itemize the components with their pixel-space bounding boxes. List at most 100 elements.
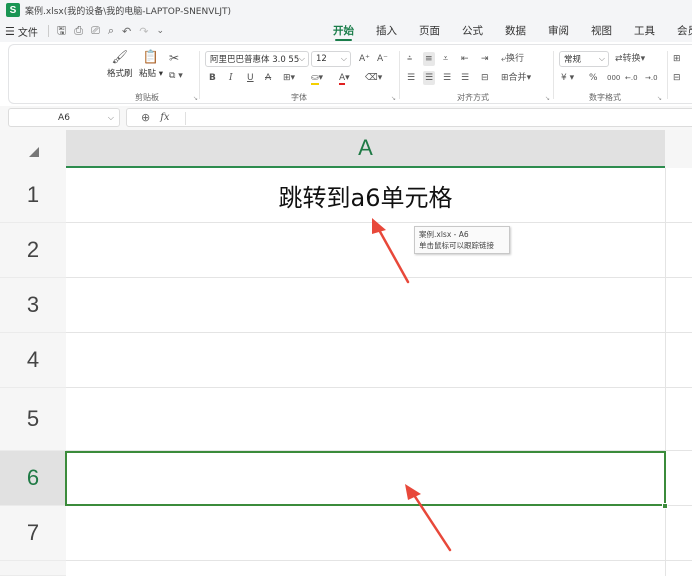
underline-icon[interactable]: U	[247, 71, 254, 85]
selected-cell-a6[interactable]	[65, 451, 666, 506]
font-name-select[interactable]: 阿里巴巴普惠体 3.0 55 ⌵	[205, 51, 309, 67]
format-painter-button[interactable]: 🖌 格式刷	[107, 49, 133, 79]
format-painter-icon: 🖌	[111, 50, 129, 65]
fill-color-icon[interactable]: ⛀▾	[311, 71, 323, 85]
decrease-decimal-icon[interactable]: →.0	[645, 71, 658, 85]
increase-indent-icon[interactable]: ⇥	[481, 52, 489, 66]
column-header-filler	[665, 130, 692, 168]
undo-icon[interactable]: ↶	[122, 25, 131, 38]
tab-member[interactable]: 会员专享	[677, 20, 692, 42]
tooltip-line-2: 单击鼠标可以跟踪链接	[419, 241, 494, 250]
align-bottom-icon[interactable]: ⩡	[443, 52, 448, 66]
row-header-7[interactable]: 7	[0, 506, 66, 561]
number-launcher-icon[interactable]: ↘	[657, 95, 662, 102]
currency-icon[interactable]: ¥ ▾	[561, 71, 574, 85]
row-header-8[interactable]	[0, 561, 66, 576]
increase-decimal-icon[interactable]: ←.0	[625, 71, 638, 85]
alignment-launcher-icon[interactable]: ↘	[545, 95, 550, 102]
redo-icon[interactable]: ↷	[139, 25, 148, 38]
justify-icon[interactable]: ☰	[461, 71, 469, 85]
clear-format-icon[interactable]: ⌫▾	[365, 71, 382, 85]
cell-a1-hyperlink[interactable]: 跳转到a6单元格	[66, 168, 665, 223]
fill-handle[interactable]	[662, 503, 668, 509]
decrease-indent-icon[interactable]: ⇤	[461, 52, 469, 66]
italic-icon[interactable]: I	[229, 71, 233, 85]
ribbon-panel: 🖌 格式刷 📋 粘贴 ▾ ✂ ⧉ ▾ 剪贴板 ↘ 阿里巴巴普惠体 3.0 55 …	[8, 44, 692, 104]
tab-review[interactable]: 审阅	[548, 20, 569, 42]
align-right-icon[interactable]: ☰	[443, 71, 451, 85]
export-icon[interactable]: ⎙	[74, 24, 83, 38]
print-preview-icon[interactable]: ⌕	[108, 24, 114, 38]
select-all-icon	[29, 147, 39, 157]
align-center-icon[interactable]: ☰	[423, 71, 436, 85]
chevron-down-icon: ⌵	[598, 54, 605, 63]
ribbon-divider	[399, 51, 400, 99]
tab-tools[interactable]: 工具	[634, 20, 655, 42]
cut-icon[interactable]: ✂	[169, 51, 179, 65]
tab-home[interactable]: 开始	[333, 20, 354, 42]
wrap-text-button[interactable]: ⤶换行	[501, 52, 524, 66]
align-left-icon[interactable]: ☰	[407, 71, 415, 85]
tooltip-line-1: 案例.xlsx - A6	[419, 230, 469, 239]
formula-divider	[185, 112, 186, 125]
hyperlink-tooltip: 案例.xlsx - A6 单击鼠标可以跟踪链接	[414, 226, 510, 254]
select-all-button[interactable]	[0, 130, 66, 168]
row-header-4[interactable]: 4	[0, 333, 66, 388]
table-row	[66, 223, 692, 278]
row-header-6[interactable]: 6	[0, 451, 66, 506]
styles-icon[interactable]: ⊞	[673, 52, 681, 66]
number-format-select[interactable]: 常规 ⌵	[559, 51, 609, 67]
increase-font-icon[interactable]: A⁺	[359, 52, 370, 66]
window-title: 案例.xlsx(我的设备\我的电脑-LAPTOP-SNENVLJT)	[25, 6, 232, 17]
convert-label: 转换	[622, 54, 641, 64]
align-middle-icon[interactable]: ≡	[423, 52, 435, 66]
copy-icon[interactable]: ⧉ ▾	[169, 69, 183, 83]
clipboard-group-label: 剪贴板	[135, 93, 159, 102]
paste-button[interactable]: 📋 粘贴 ▾	[139, 49, 163, 79]
tab-page[interactable]: 页面	[419, 20, 440, 42]
tab-insert[interactable]: 插入	[376, 20, 397, 42]
font-launcher-icon[interactable]: ↘	[391, 95, 396, 102]
borders-icon[interactable]: ⊞▾	[283, 71, 295, 85]
font-color-icon[interactable]: A▾	[339, 71, 350, 85]
format-painter-label: 格式刷	[107, 69, 133, 79]
font-size-value: 12	[316, 54, 327, 64]
customize-dropdown-icon[interactable]: ⌄	[156, 26, 164, 36]
alignment-group-label: 对齐方式	[457, 93, 489, 102]
fx-icon[interactable]: fx	[160, 112, 169, 123]
font-size-select[interactable]: 12 ⌵	[311, 51, 351, 67]
convert-icon: ⇄	[615, 54, 623, 64]
wrap-text-label: 换行	[506, 54, 525, 64]
ribbon-divider	[553, 51, 554, 99]
distributed-icon[interactable]: ⊟	[481, 71, 489, 85]
formula-input[interactable]: ⊕ fx	[126, 108, 692, 127]
row-header-3[interactable]: 3	[0, 278, 66, 333]
name-box[interactable]: A6 ⌵	[8, 108, 120, 127]
strikethrough-icon[interactable]: A	[265, 71, 271, 85]
align-top-icon[interactable]: ⩮	[407, 52, 412, 66]
clipboard-launcher-icon[interactable]: ↘	[193, 95, 198, 102]
search-icon[interactable]: ⊕	[141, 111, 150, 124]
file-menu-button[interactable]: ☰ 文件	[5, 24, 38, 39]
merge-cells-button[interactable]: ⊞合并▾	[501, 71, 531, 85]
row-header-2[interactable]: 2	[0, 223, 66, 278]
app-logo-icon: S	[6, 3, 20, 17]
save-icon[interactable]: 🖫	[57, 22, 66, 41]
thousands-icon[interactable]: 000	[607, 71, 620, 85]
tab-view[interactable]: 视图	[591, 20, 612, 42]
column-header-a[interactable]: A	[66, 130, 665, 168]
tab-data[interactable]: 数据	[505, 20, 526, 42]
table-icon[interactable]: ⊟	[673, 71, 681, 85]
name-box-value: A6	[58, 112, 70, 123]
row-header-1[interactable]: 1	[0, 168, 66, 223]
bold-icon[interactable]: B	[209, 71, 216, 85]
percent-icon[interactable]: %	[589, 71, 598, 85]
tab-formula[interactable]: 公式	[462, 20, 483, 42]
decrease-font-icon[interactable]: A⁻	[377, 52, 388, 66]
merge-cells-label: 合并	[508, 73, 527, 83]
file-menu-label: 文件	[17, 27, 38, 39]
table-row	[66, 278, 692, 333]
row-header-5[interactable]: 5	[0, 388, 66, 451]
convert-button[interactable]: ⇄转换▾	[615, 52, 645, 66]
print-icon[interactable]: ⎚	[91, 24, 100, 38]
